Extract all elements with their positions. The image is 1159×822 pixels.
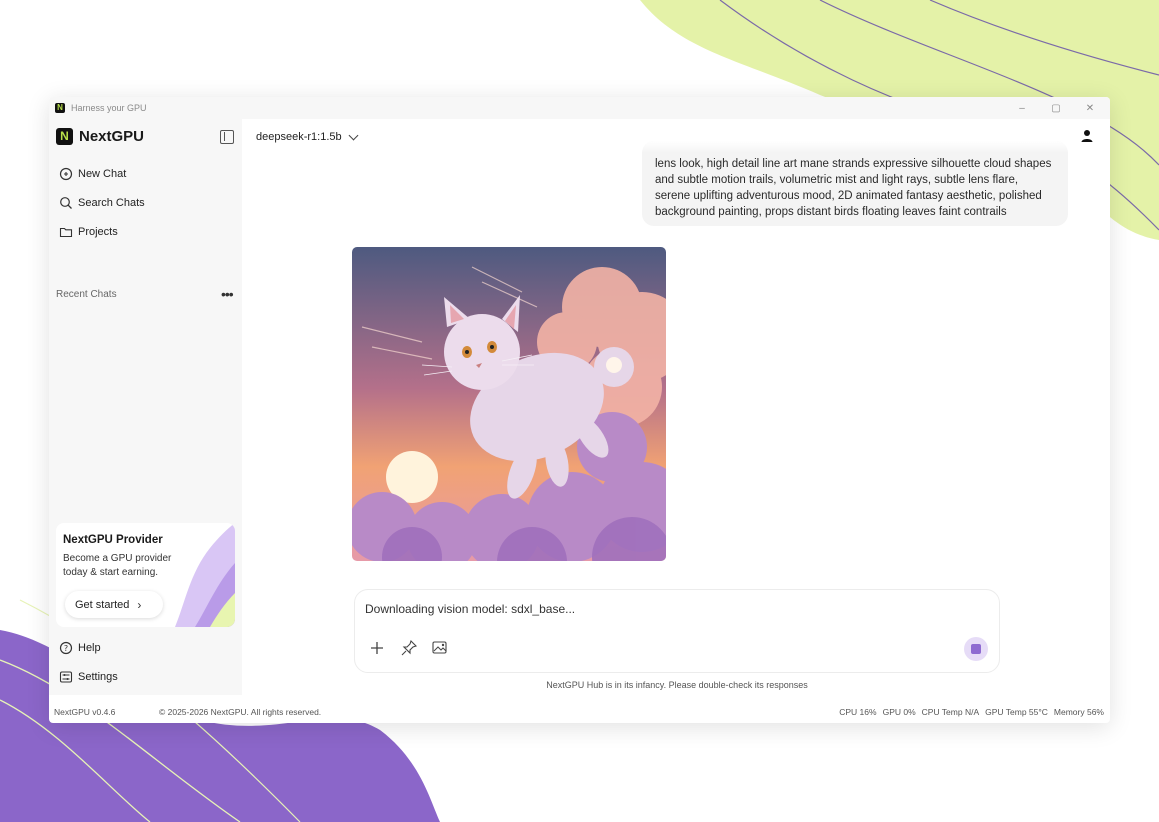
- message-composer[interactable]: Downloading vision model: sdxl_base...: [354, 589, 1000, 673]
- gpu-usage-stat: GPU 0%: [882, 707, 916, 717]
- nextgpu-logo-icon: N: [56, 128, 73, 145]
- provider-card-description: Become a GPU provider today & start earn…: [63, 553, 172, 578]
- window-title: Harness your GPU: [71, 103, 147, 113]
- minimize-button[interactable]: –: [1016, 103, 1028, 114]
- sidebar-item-projects[interactable]: Projects: [59, 222, 118, 242]
- generated-image[interactable]: [352, 247, 666, 561]
- model-name: deepseek-r1:1.5b: [256, 131, 342, 143]
- status-footer: NextGPU v0.4.6 © 2025-2026 NextGPU. All …: [49, 701, 1110, 723]
- sidebar-item-settings[interactable]: Settings: [59, 667, 118, 687]
- system-stats: CPU 16% GPU 0% CPU Temp N/A GPU Temp 55°…: [839, 707, 1104, 717]
- user-message-bubble: lens look, high detail line art mane str…: [642, 141, 1068, 226]
- settings-icon: [59, 671, 73, 683]
- chevron-right-icon: ›: [137, 597, 142, 612]
- gpu-temp-stat: GPU Temp 55°C: [985, 707, 1048, 717]
- disclaimer-text: NextGPU Hub is in its infancy. Please do…: [546, 680, 808, 690]
- collapse-sidebar-button[interactable]: [220, 130, 234, 144]
- image-generation-icon[interactable]: [431, 639, 449, 657]
- get-started-label: Get started: [75, 598, 130, 611]
- stop-icon: [971, 644, 981, 654]
- title-bar: N Harness your GPU – ▢ ✕: [49, 97, 1110, 119]
- provider-promo-card: NextGPU Provider Become a GPU provider t…: [56, 523, 235, 627]
- cpu-temp-stat: CPU Temp N/A: [921, 707, 980, 717]
- new-chat-icon: [59, 167, 73, 181]
- get-started-button[interactable]: Get started ›: [65, 591, 163, 618]
- cpu-usage-stat: CPU 16%: [839, 707, 877, 717]
- folder-icon: [59, 227, 73, 238]
- settings-label: Settings: [78, 671, 118, 683]
- sidebar-item-label: Search Chats: [78, 197, 145, 209]
- user-avatar-icon[interactable]: [1080, 129, 1094, 143]
- add-attachment-button[interactable]: [368, 639, 386, 657]
- provider-card-title: NextGPU Provider: [63, 534, 163, 546]
- app-version: NextGPU v0.4.6: [54, 707, 116, 717]
- help-label: Help: [78, 642, 101, 654]
- brand[interactable]: N NextGPU: [56, 128, 144, 145]
- composer-status-text: Downloading vision model: sdxl_base...: [365, 602, 576, 616]
- sidebar-item-help[interactable]: ? Help: [59, 638, 101, 658]
- app-logo-icon: N: [55, 103, 65, 113]
- copyright-text: © 2025-2026 NextGPU. All rights reserved…: [159, 707, 322, 717]
- stop-generation-button[interactable]: [964, 637, 988, 661]
- sidebar-item-label: New Chat: [78, 168, 127, 180]
- recent-chats-heading: Recent Chats: [56, 289, 117, 300]
- user-message-text: lens look, high detail line art mane str…: [655, 158, 1052, 218]
- sidebar: N NextGPU New Chat Search Chats Projects…: [49, 119, 242, 695]
- search-icon: [60, 197, 72, 209]
- chevron-down-icon: [348, 130, 359, 140]
- sidebar-item-search-chats[interactable]: Search Chats: [59, 193, 145, 213]
- sidebar-item-label: Projects: [78, 226, 118, 238]
- brand-name: NextGPU: [79, 128, 145, 145]
- sidebar-item-new-chat[interactable]: New Chat: [59, 164, 126, 184]
- memory-usage-stat: Memory 56%: [1053, 707, 1104, 717]
- app-window: N Harness your GPU – ▢ ✕ N NextGPU New C…: [49, 97, 1110, 723]
- model-selector[interactable]: deepseek-r1:1.5b: [256, 127, 359, 147]
- svg-text:?: ?: [64, 644, 68, 653]
- maximize-button[interactable]: ▢: [1050, 103, 1062, 114]
- close-button[interactable]: ✕: [1084, 103, 1096, 114]
- scroll-fade: [642, 141, 1068, 153]
- help-icon: ?: [59, 641, 73, 655]
- recent-chats-more-button[interactable]: •••: [221, 286, 234, 302]
- pin-icon[interactable]: [400, 639, 418, 657]
